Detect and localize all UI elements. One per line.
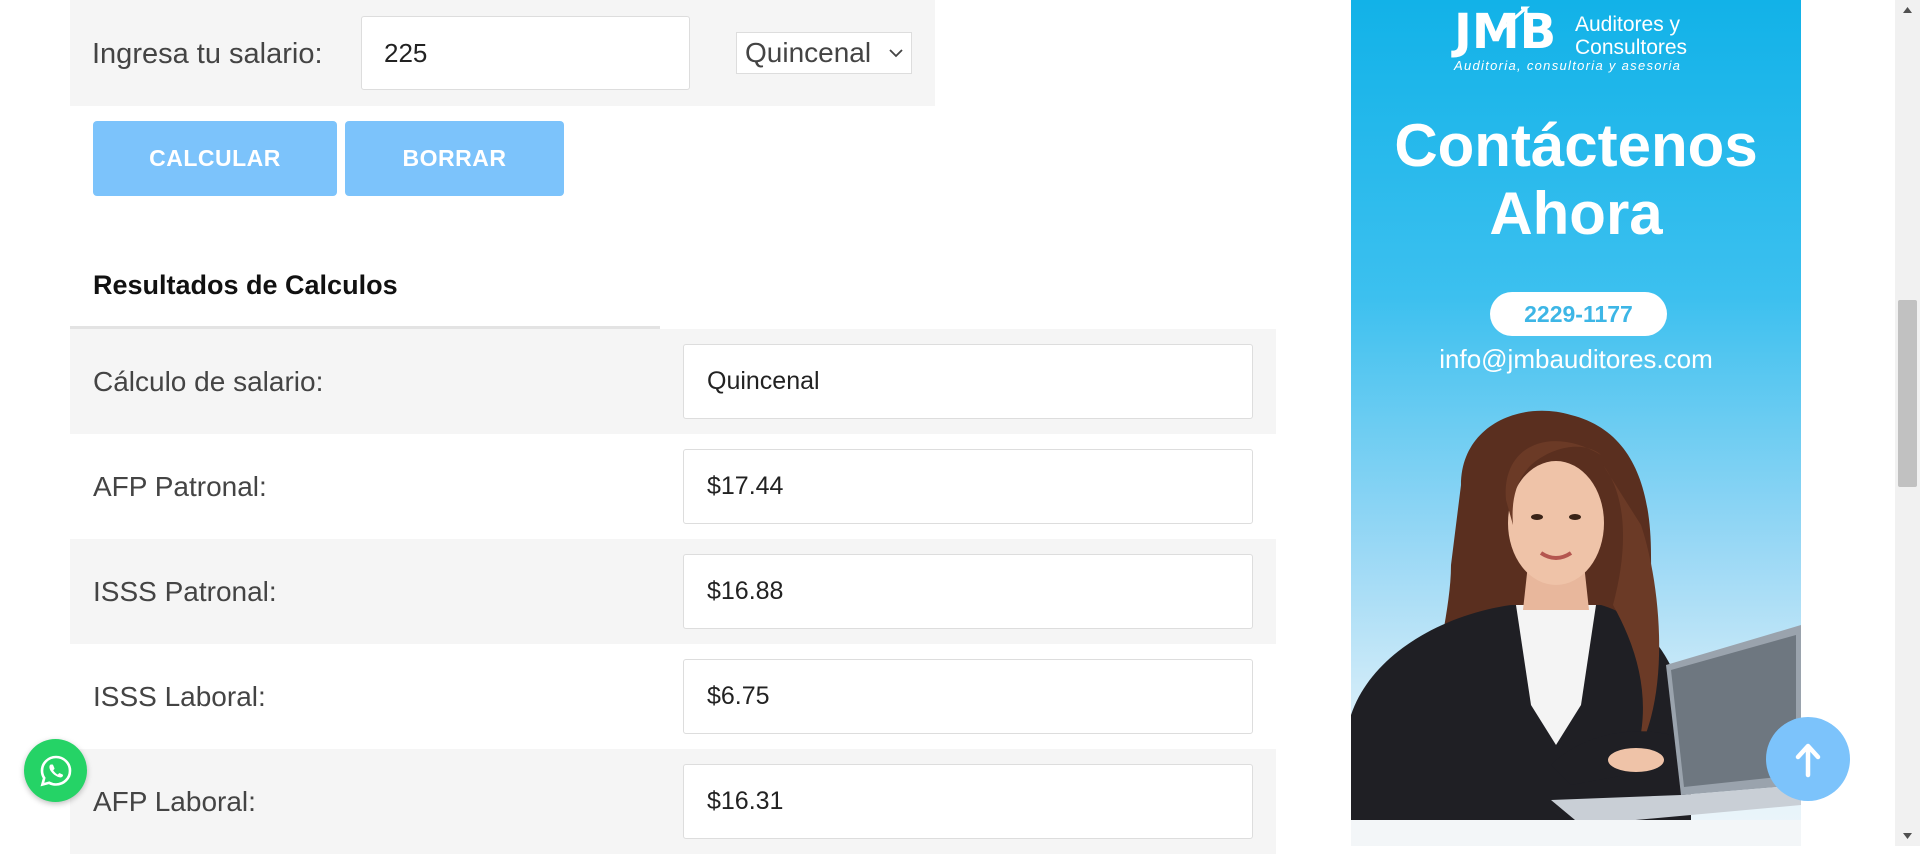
result-value-field[interactable]: $16.31 [683, 764, 1253, 839]
result-label: AFP Laboral: [93, 785, 256, 817]
result-value-field[interactable]: Quincenal [683, 344, 1253, 419]
ad-phone-pill: 2229-1177 [1490, 292, 1667, 336]
logo-name-line1: Auditores y [1575, 13, 1681, 36]
results-title: Resultados de Calculos [93, 270, 398, 300]
calculate-button[interactable]: CALCULAR [93, 121, 337, 196]
period-select-value: Quincenal [745, 37, 872, 68]
ad-email: info@jmbauditores.com [1439, 344, 1713, 374]
result-value-field[interactable]: $17.44 [683, 449, 1253, 524]
result-row-salary-calc: Cálculo de salario: Quincenal [70, 329, 1276, 434]
back-to-top-button[interactable] [1766, 717, 1850, 801]
ad-headline: Contáctenos Ahora [1351, 112, 1801, 248]
whatsapp-button[interactable] [24, 739, 87, 802]
result-row-afp-patronal: AFP Patronal: $17.44 [70, 434, 1276, 539]
ad-headline-line1: Contáctenos [1394, 112, 1758, 179]
salary-input[interactable] [361, 16, 690, 90]
result-row-isss-patronal: ISSS Patronal: $16.88 [70, 539, 1276, 644]
result-value-field[interactable]: $16.88 [683, 554, 1253, 629]
ad-banner[interactable]: JMB Auditores y Consultores Auditoria, c… [1351, 0, 1801, 846]
logo-mark: JMB [1451, 4, 1556, 60]
logo-tagline: Auditoria, consultoria y asesoria [1453, 58, 1681, 73]
scroll-down-arrow-icon[interactable] [1900, 830, 1915, 842]
ad-woman-laptop-image [1351, 410, 1801, 846]
result-label: ISSS Patronal: [93, 575, 277, 607]
clear-button[interactable]: BORRAR [345, 121, 564, 196]
whatsapp-icon [40, 755, 71, 786]
result-row-afp-laboral: AFP Laboral: $16.31 [70, 749, 1276, 854]
chevron-down-icon [889, 49, 903, 58]
logo-name-line2: Consultores [1575, 36, 1687, 59]
salary-label: Ingresa tu salario: [92, 38, 323, 70]
jmb-logo: JMB Auditores y Consultores Auditoria, c… [1451, 4, 1687, 73]
result-label: Cálculo de salario: [93, 365, 324, 397]
result-row-isss-laboral: ISSS Laboral: $6.75 [70, 644, 1276, 749]
result-label: ISSS Laboral: [93, 680, 266, 712]
scrollbar-thumb[interactable] [1898, 300, 1917, 487]
scroll-up-arrow-icon[interactable] [1900, 4, 1915, 16]
ad-headline-line2: Ahora [1489, 180, 1663, 247]
arrow-up-icon [1795, 743, 1821, 778]
period-select[interactable]: Quincenal [736, 32, 912, 74]
result-value-field[interactable]: $6.75 [683, 659, 1253, 734]
result-label: AFP Patronal: [93, 470, 267, 502]
